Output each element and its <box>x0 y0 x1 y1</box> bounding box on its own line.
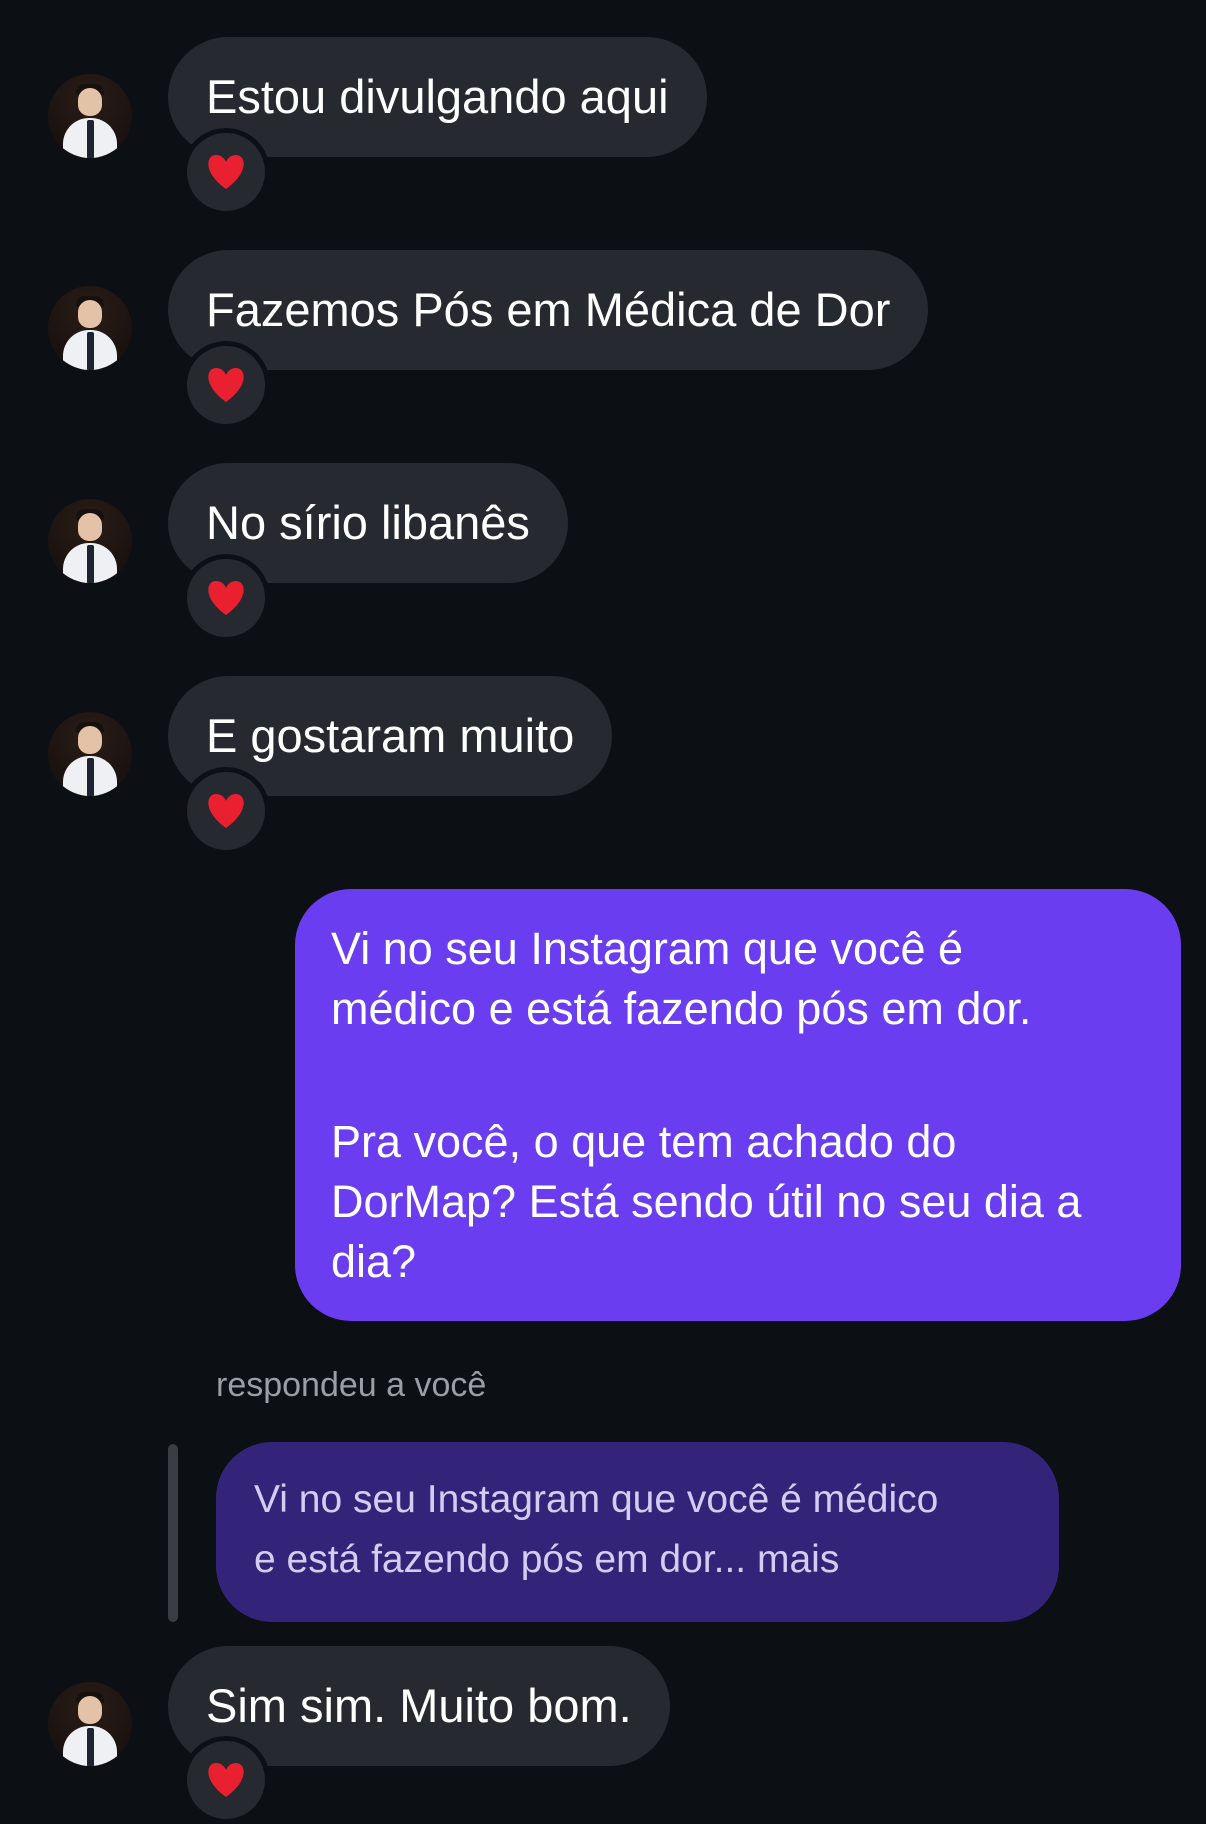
outgoing-line: médico e está fazendo pós em dor. <box>331 983 1032 1034</box>
message-reaction[interactable] <box>182 554 270 642</box>
message-reaction[interactable] <box>182 767 270 855</box>
quoted-line: e está fazendo pós em dor... mais <box>254 1538 840 1581</box>
quoted-message[interactable]: Vi no seu Instagram que você é médico e … <box>216 1442 1059 1622</box>
sender-avatar[interactable] <box>48 712 132 796</box>
quoted-line: Vi no seu Instagram que você é médico <box>254 1478 939 1521</box>
incoming-message[interactable]: Fazemos Pós em Médica de Dor <box>168 250 929 370</box>
outgoing-line: DorMap? Está sendo útil no seu dia a <box>331 1176 1082 1227</box>
reply-indicator-bar <box>168 1444 178 1622</box>
message-reaction[interactable] <box>182 1736 270 1824</box>
replied-to-you-label: respondeu a você <box>216 1366 487 1404</box>
message-reaction[interactable] <box>182 128 270 216</box>
heart-icon <box>208 793 244 828</box>
sender-avatar[interactable] <box>48 1682 132 1766</box>
outgoing-line: Vi no seu Instagram que você é <box>331 923 964 974</box>
sender-avatar[interactable] <box>48 286 132 370</box>
heart-icon <box>208 367 244 402</box>
heart-icon <box>208 154 244 189</box>
sender-avatar[interactable] <box>48 74 132 158</box>
outgoing-line: Pra você, o que tem achado do <box>331 1116 957 1167</box>
outgoing-line: dia? <box>331 1236 417 1287</box>
heart-icon <box>208 1762 244 1797</box>
outgoing-message[interactable]: Vi no seu Instagram que você é médico e … <box>295 889 1181 1321</box>
message-reaction[interactable] <box>182 341 270 429</box>
heart-icon <box>208 580 244 615</box>
sender-avatar[interactable] <box>48 499 132 583</box>
